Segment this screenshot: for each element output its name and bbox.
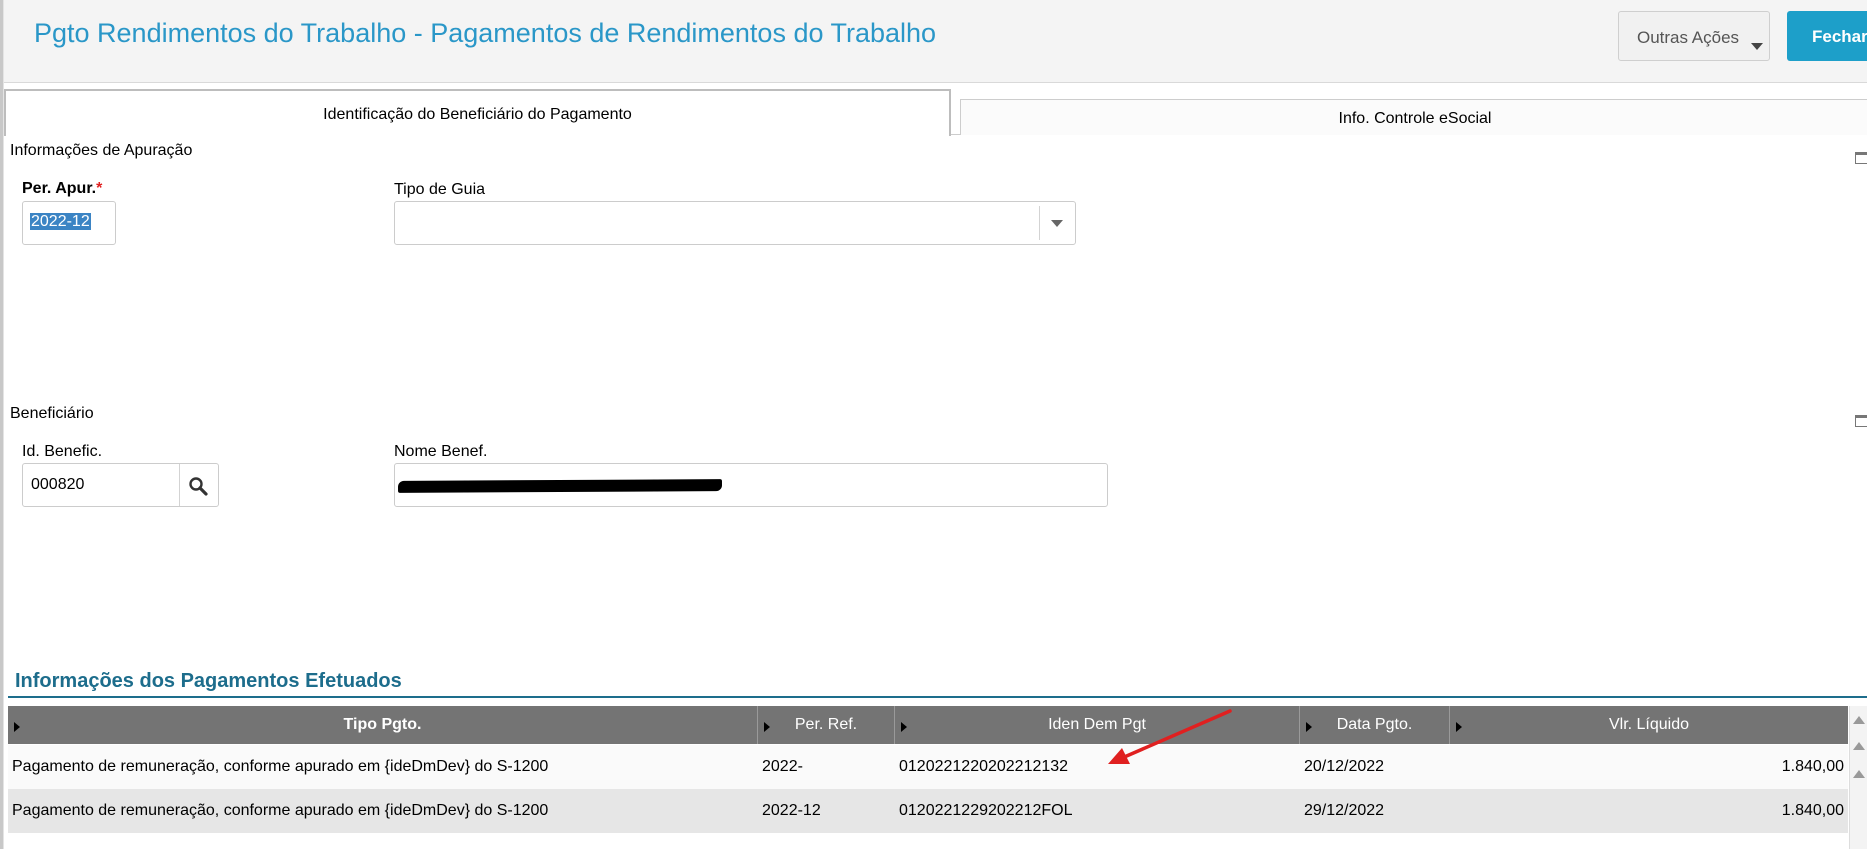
id-benefic-value: 000820 xyxy=(31,476,85,493)
search-icon[interactable] xyxy=(188,476,208,496)
per-apur-label-text: Per. Apur. xyxy=(22,180,97,197)
section-apuracao-title: Informações de Apuração xyxy=(10,142,193,159)
column-header-label: Vlr. Líquido xyxy=(1608,716,1690,733)
page-title: Pgto Rendimentos do Trabalho - Pagamento… xyxy=(34,18,937,48)
close-label: Fechar xyxy=(1812,27,1867,46)
column-header-label: Data Pgto. xyxy=(1336,716,1413,733)
nome-benef-label: Nome Benef. xyxy=(394,443,488,460)
per-apur-label: Per. Apur.* xyxy=(22,180,102,198)
cell-iden-dem-pgt: 0120221229202212FOL xyxy=(899,802,1073,819)
cell-per-ref: 2022- xyxy=(762,758,803,775)
close-button[interactable]: Fechar xyxy=(1787,11,1867,61)
chevron-down-icon xyxy=(1051,220,1063,227)
panel-collapse-icon[interactable] xyxy=(1855,152,1867,164)
table-row[interactable]: Pagamento de remuneração, conforme apura… xyxy=(8,745,1848,789)
column-header-vlr-liquido[interactable]: Vlr. Líquido xyxy=(1450,706,1848,744)
cell-data-pgto: 20/12/2022 xyxy=(1304,758,1385,775)
section-beneficiario-title: Beneficiário xyxy=(10,405,94,422)
tipo-guia-label: Tipo de Guia xyxy=(394,181,486,198)
grid-title-rule xyxy=(8,696,1867,698)
lookup-separator xyxy=(179,464,180,506)
column-header-data-pgto[interactable]: Data Pgto. xyxy=(1300,706,1450,744)
column-header-label: Tipo Pgto. xyxy=(343,716,422,733)
cell-iden-dem-pgt: 0120221220202212132 xyxy=(899,758,1069,775)
tab-identificacao[interactable]: Identificação do Beneficiário do Pagamen… xyxy=(4,89,951,136)
nome-benef-input[interactable] xyxy=(394,463,1108,507)
tab-info-controle[interactable]: Info. Controle eSocial xyxy=(960,99,1867,135)
dropdown-separator xyxy=(1039,206,1040,240)
grid-scrollbar[interactable] xyxy=(1849,706,1867,849)
cell-per-ref: 2022-12 xyxy=(762,802,821,819)
cell-tipo-pgto: Pagamento de remuneração, conforme apura… xyxy=(12,758,549,775)
cell-tipo-pgto: Pagamento de remuneração, conforme apura… xyxy=(12,802,549,819)
other-actions-label: Outras Ações xyxy=(1637,28,1740,47)
scroll-up-icon[interactable] xyxy=(1853,770,1865,778)
annotation-arrow-icon xyxy=(1108,709,1232,764)
grid-header: Tipo Pgto. Per. Ref. Iden Dem Pgt Data P… xyxy=(8,706,1848,744)
cell-vlr-liquido: 1.840,00 xyxy=(1781,758,1844,775)
column-header-label: Per. Ref. xyxy=(794,716,858,733)
table-row[interactable]: Pagamento de remuneração, conforme apura… xyxy=(8,789,1848,833)
column-header-tipo-pgto[interactable]: Tipo Pgto. xyxy=(8,706,758,744)
column-header-per-ref[interactable]: Per. Ref. xyxy=(758,706,895,744)
redaction-mark xyxy=(397,479,723,493)
scroll-top-icon[interactable] xyxy=(1853,716,1865,724)
cell-vlr-liquido: 1.840,00 xyxy=(1781,802,1844,819)
other-actions-button[interactable]: Outras Ações xyxy=(1618,11,1770,61)
grid-title: Informações dos Pagamentos Efetuados xyxy=(15,670,402,692)
id-benefic-label: Id. Benefic. xyxy=(22,443,103,460)
per-apur-value: 2022-12 xyxy=(30,213,91,230)
chevron-down-icon xyxy=(1751,43,1763,50)
panel-collapse-icon[interactable] xyxy=(1855,415,1867,427)
per-apur-input[interactable]: 2022-12 xyxy=(22,201,116,245)
id-benefic-input[interactable]: 000820 xyxy=(22,463,219,507)
scroll-up-icon[interactable] xyxy=(1853,742,1865,750)
cell-data-pgto: 29/12/2022 xyxy=(1304,802,1385,819)
tipo-guia-select[interactable] xyxy=(394,201,1076,245)
required-marker: * xyxy=(96,180,103,197)
